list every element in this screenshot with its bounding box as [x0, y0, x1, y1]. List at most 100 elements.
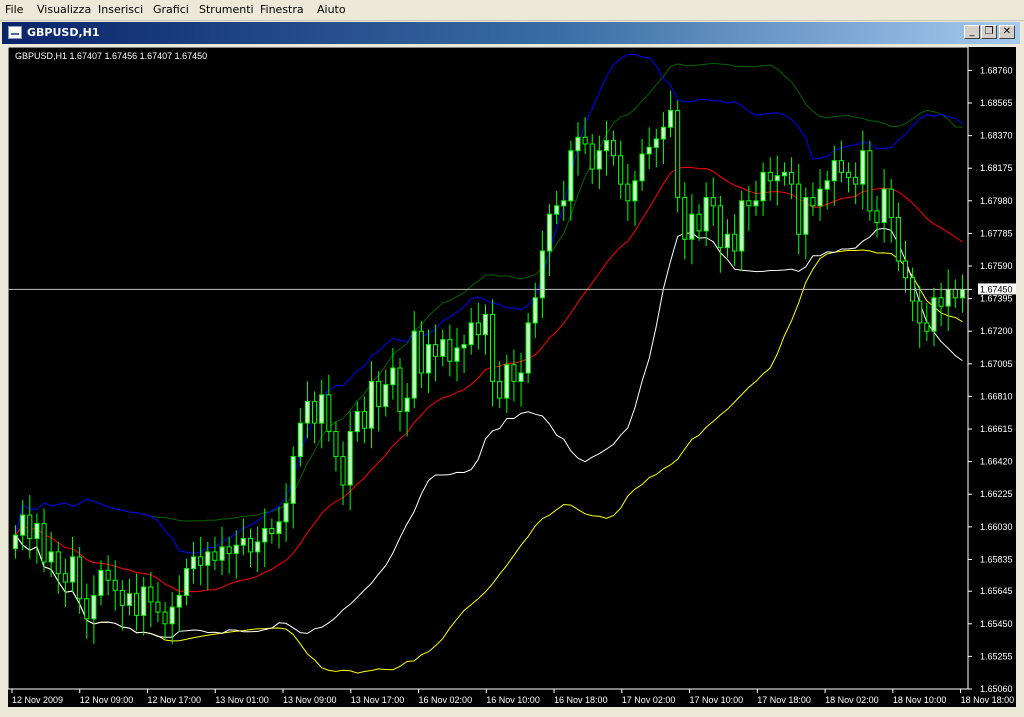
candle-body	[831, 160, 837, 182]
candle-body	[938, 297, 944, 307]
middle-band-red-line	[15, 167, 963, 593]
menu-file[interactable]: File	[5, 3, 23, 16]
candle-body	[169, 606, 175, 625]
candle-body	[539, 250, 545, 299]
candle-body	[447, 339, 453, 362]
menu-grafici[interactable]: Grafici	[153, 3, 189, 16]
x-tick-label: 16 Nov 18:00	[554, 695, 608, 705]
menu-aiuto[interactable]: Aiuto	[317, 3, 346, 16]
candle-body	[611, 140, 617, 157]
candle-body	[440, 339, 446, 357]
candle-body	[945, 288, 951, 307]
x-tick-label: 18 Nov 18:00	[961, 695, 1015, 705]
candle-body	[682, 197, 688, 240]
y-tick-label: 1.67590	[980, 261, 1013, 271]
candle-body	[326, 394, 332, 433]
candle-body	[482, 314, 488, 336]
candle-body	[703, 197, 709, 232]
candle-body	[205, 551, 211, 566]
menu-finestra[interactable]: Finestra	[260, 3, 304, 16]
candle-body	[917, 300, 923, 324]
candle-body	[233, 544, 239, 555]
candle-body	[425, 344, 431, 374]
menu-visualizza[interactable]: Visualizza	[37, 3, 91, 16]
price-chart[interactable]: 1.68760 1.68565 1.68370 1.68175 1.67980 1.677…	[8, 47, 1016, 707]
chart-window-titlebar[interactable]: GBPUSD,H1 _ ❐ ✕	[2, 22, 1020, 44]
x-tick-label: 17 Nov 02:00	[622, 695, 676, 705]
candle-body	[668, 110, 674, 128]
candle-body	[126, 593, 133, 606]
menu-strumenti[interactable]: Strumenti	[199, 3, 254, 16]
chart-canvas[interactable]: 1.68760 1.68565 1.68370 1.68175 1.67980 1.677…	[8, 47, 1016, 707]
candle-body	[853, 176, 859, 185]
x-tick-label: 13 Nov 17:00	[351, 695, 405, 705]
candle-body	[219, 546, 225, 561]
candle-body	[867, 150, 873, 212]
y-tick-label: 1.68175	[980, 163, 1013, 173]
candle-body	[532, 297, 538, 324]
candle-body	[710, 197, 716, 207]
minimize-button[interactable]: _	[964, 25, 980, 39]
candle-body	[340, 456, 346, 486]
candle-body	[191, 556, 197, 570]
candle-body	[959, 288, 966, 299]
candle-body	[98, 569, 104, 596]
candle-body	[240, 538, 246, 546]
close-button[interactable]: ✕	[999, 25, 1015, 39]
x-tick-label: 17 Nov 10:00	[690, 695, 744, 705]
y-tick-label: 1.65060	[980, 684, 1013, 694]
candle-body	[760, 171, 766, 202]
candle-body	[888, 188, 894, 219]
candle-body	[582, 136, 588, 145]
candle-body	[589, 143, 595, 170]
candle-body	[262, 528, 268, 543]
candle-body	[41, 523, 47, 563]
candle-body	[717, 205, 723, 249]
candle-body	[767, 171, 773, 182]
upper-band-green-line	[15, 62, 963, 536]
chart-window-icon	[8, 26, 22, 39]
candle-body	[675, 110, 681, 198]
x-tick-label: 13 Nov 09:00	[283, 695, 337, 705]
candle-body	[789, 171, 795, 185]
menu-inserisci[interactable]: Inserisci	[98, 3, 143, 16]
x-tick-label: 12 Nov 09:00	[80, 695, 134, 705]
candle-body	[603, 140, 610, 152]
y-tick-label: 1.65450	[980, 619, 1013, 629]
candle-body	[810, 197, 816, 207]
y-tick-label: 1.68760	[980, 65, 1013, 75]
x-tick-label: 16 Nov 02:00	[419, 695, 473, 705]
candle-body	[354, 411, 360, 433]
candle-body	[596, 150, 602, 170]
candle-body	[803, 197, 809, 235]
candle-body	[632, 180, 638, 202]
current-price-label: 1.67450	[980, 284, 1013, 294]
candle-body	[376, 380, 382, 407]
y-tick-label: 1.66420	[980, 457, 1013, 467]
candle-body	[796, 183, 802, 235]
restore-button[interactable]: ❐	[981, 25, 997, 39]
candle-body	[247, 538, 253, 553]
candle-body	[568, 150, 574, 202]
y-tick-label: 1.65645	[980, 586, 1013, 596]
candle-body	[639, 153, 645, 182]
candle-body	[689, 213, 695, 240]
y-tick-label: 1.66225	[980, 489, 1013, 499]
y-tick-label: 1.67395	[980, 294, 1013, 304]
y-tick-label: 1.67200	[980, 326, 1013, 336]
candle-body	[119, 589, 125, 606]
chart-window-title: GBPUSD,H1	[27, 26, 100, 39]
candle-body	[902, 260, 909, 279]
x-tick-label: 18 Nov 02:00	[825, 695, 879, 705]
candle-body	[383, 384, 389, 407]
candle-body	[62, 573, 68, 583]
candle-body	[255, 541, 261, 553]
candle-body	[525, 322, 531, 374]
candle-body	[411, 330, 417, 399]
candle-body	[77, 556, 83, 600]
candle-body	[781, 171, 788, 177]
y-tick-label: 1.67785	[980, 228, 1013, 238]
candle-body	[575, 136, 581, 152]
x-tick-label: 16 Nov 10:00	[486, 695, 540, 705]
window-frame-bottom	[0, 707, 1024, 717]
